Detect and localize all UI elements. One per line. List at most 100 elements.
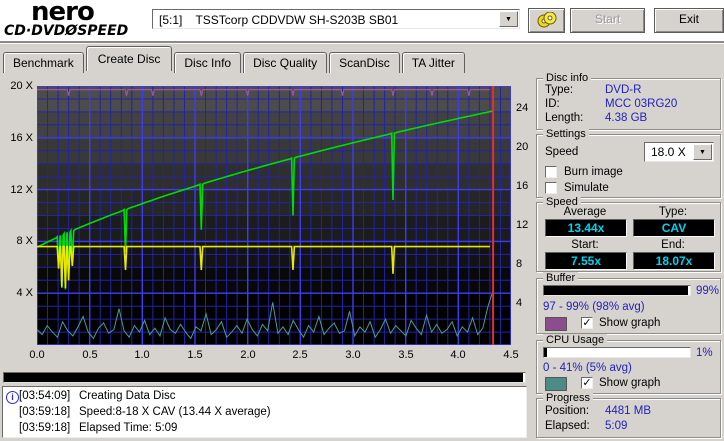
buffer-show-graph-checkbox[interactable]: ✓ [581,317,593,329]
position-label: Position: [545,405,590,417]
y-axis-tick-right: 16 [516,180,529,192]
log-text: Creating Data Disc [79,390,176,402]
speed-group: Speed Average Type: 13.44x CAV Start: En… [536,196,721,272]
simulate-checkbox[interactable] [545,182,557,194]
y-axis-tick-right: 4 [516,297,523,309]
cpu-range: 0 - 41% (5% avg) [543,362,632,374]
burn-progress-bar [3,372,526,383]
type-label: Type: [658,206,688,218]
buffer-level-bar [543,285,691,296]
nero-logo: nero CD·DVDØSPEED [4,0,129,39]
burn-progress-fill [4,373,523,382]
discs-icon [537,11,556,28]
x-axis-tick: 2.5 [292,349,308,361]
x-axis-tick: 0.5 [82,349,98,361]
cpu-title: CPU Usage [543,334,608,346]
x-axis-tick: 4.5 [503,349,519,361]
buffer-title: Buffer [543,272,579,284]
exit-button[interactable]: Exit [654,8,724,33]
disc-length-label: Length: [545,112,584,124]
end-speed-display: 18.07x [633,252,715,270]
average-speed-display: 13.44x [545,219,627,237]
y-axis-tick-left: 8 X [16,235,33,247]
log-text: Elapsed Time: 5:09 [79,422,178,434]
speed-type-display: CAV [633,219,715,237]
log-text: Speed:8-18 X CAV (13.44 X average) [79,406,271,418]
buffer-show-graph-label: Show graph [599,317,661,329]
start-button[interactable]: Start [570,8,645,33]
end-label: End: [661,239,685,251]
disc-info-group: Disc info Type: DVD-R ID: MCC 03RG20 Len… [536,72,721,130]
tab-scandisc[interactable]: ScanDisc [329,52,400,73]
disc-type-label: Type: [545,84,574,96]
y-axis-tick-right: 8 [516,258,523,270]
y-axis-tick-right: 20 [516,141,529,153]
progress-group: Progress Position: 4481 MB Elapsed: 5:09 [536,392,721,438]
y-axis-tick-right: 24 [516,102,529,114]
log-time: [03:59:18] [19,422,71,434]
log-entry: [03:59:18] Speed:8-18 X CAV (13.44 X aver… [3,405,526,421]
tab-benchmark[interactable]: Benchmark [3,52,84,73]
settings-title: Settings [543,128,589,140]
burn-speed-chart: 20 X 16 X 12 X 8 X 4 X 24 20 16 12 8 4 0.0 0.5 1.0 1.5… [0,78,535,370]
x-axis-tick: 0.0 [29,349,45,361]
burn-image-label: Burn image [564,166,623,178]
y-axis-tick-left: 12 X [10,184,33,196]
tab-disc-info[interactable]: Disc Info [174,52,242,73]
buffer-group: Buffer 99% 97 - 99% (98% avg) ✓ Show gra… [536,272,721,334]
tab-bar: Benchmark Create Disc Disc Info Disc Qualit… [3,46,467,73]
cpu-show-graph-label: Show graph [599,377,661,389]
x-axis-tick: 3.5 [398,349,414,361]
log-time: [03:54:09] [19,390,71,402]
buffer-level-fill [544,286,688,295]
x-axis-tick: 1.5 [187,349,203,361]
burn-image-checkbox[interactable] [545,166,557,178]
log-time: [03:59:18] [19,406,71,418]
chevron-down-icon[interactable]: ▼ [499,11,518,27]
buffer-percent: 99% [696,285,720,297]
cpu-usage-bar [543,347,691,358]
y-axis-tick-left: 4 X [16,287,33,299]
x-axis-tick: 1.0 [134,349,150,361]
cdspeed-logo-word: CD·DVDØSPEED [4,23,129,39]
average-label: Average [563,206,607,218]
cpu-group: CPU Usage 1% 0 - 41% (5% avg) ✓ Show gra… [536,334,721,394]
disc-type-value: DVD-R [605,84,642,96]
cpu-percent: 1% [696,347,713,359]
simulate-label: Simulate [564,182,609,194]
speed-setting-label: Speed [545,146,579,158]
nero-logo-word: nero [31,0,95,27]
disc-id-value: MCC 03RG20 [605,98,678,110]
y-axis-tick-right: 12 [516,219,529,231]
disc-info-title: Disc info [543,72,592,84]
x-axis-tick: 3.0 [345,349,361,361]
drive-selector[interactable]: [5:1] TSSTcorp CDDVDW SH-S203B SB01 ▼ [152,9,520,29]
x-axis-tick: 2.0 [240,349,256,361]
tab-disc-quality[interactable]: Disc Quality [243,52,328,73]
chart-plot-area [37,86,511,345]
start-label: Start: [571,239,599,251]
cpu-color-swatch [545,377,567,391]
settings-group: Settings Speed 18.0 X ▼ Burn image Simul… [536,128,721,198]
disc-id-label: ID: [545,98,560,110]
progress-title: Progress [543,392,594,404]
speed-select[interactable]: 18.0 X ▼ [644,142,714,162]
buffer-color-swatch [545,317,567,331]
log-entry: [03:59:18] Elapsed Time: 5:09 [3,421,526,437]
drive-selector-value: [5:1] TSSTcorp CDDVDW SH-S203B SB01 [159,13,399,27]
cpu-usage-fill [544,348,547,357]
x-axis-tick: 4.0 [450,349,466,361]
cpu-show-graph-checkbox[interactable]: ✓ [581,377,593,389]
elapsed-value: 5:09 [605,420,628,432]
info-icon: i [6,391,19,404]
toolbar-divider [0,41,724,44]
start-speed-display: 7.55x [545,252,627,270]
app-window: nero CD·DVDØSPEED [5:1] TSSTcorp CDDVDW … [0,0,724,441]
burn-disc-button[interactable] [528,8,565,33]
disc-length-value: 4.38 GB [605,112,648,124]
chevron-down-icon[interactable]: ▼ [693,144,712,160]
tab-create-disc[interactable]: Create Disc [85,46,173,71]
y-axis-tick-left: 16 X [10,132,33,144]
tab-ta-jitter[interactable]: TA Jitter [401,52,465,73]
speed-select-value: 18.0 X [651,145,686,159]
